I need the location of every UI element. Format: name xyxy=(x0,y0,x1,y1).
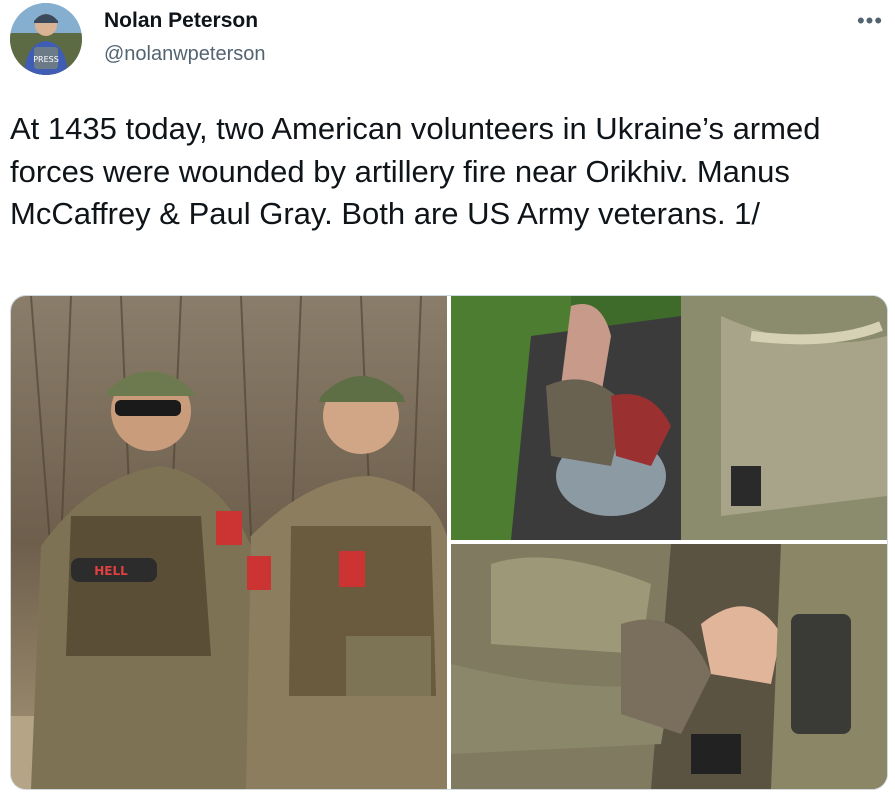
photo-first-aid[interactable] xyxy=(451,544,887,789)
author-name[interactable]: Nolan Peterson xyxy=(104,9,258,33)
more-options-button[interactable]: ••• xyxy=(852,10,888,36)
author-handle[interactable]: @nolanwpeterson xyxy=(104,43,266,66)
tweet-text: At 1435 today, two American volunteers i… xyxy=(10,111,821,231)
media-grid: HELL xyxy=(10,295,888,790)
can-label: HELL xyxy=(94,564,128,578)
author-avatar[interactable]: PRESS xyxy=(10,3,82,75)
more-horizontal-icon: ••• xyxy=(856,8,884,33)
photo-wound-treatment[interactable] xyxy=(451,296,887,540)
photo-soldiers[interactable]: HELL xyxy=(11,296,447,789)
press-badge-text: PRESS xyxy=(33,55,59,64)
